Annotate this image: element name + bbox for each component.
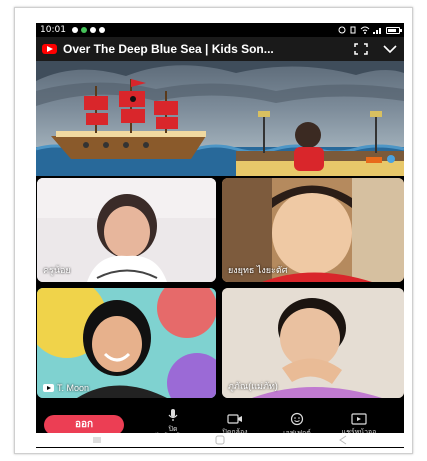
- participant-name: ครูน้อย: [43, 265, 71, 275]
- line-icon: [80, 27, 87, 33]
- status-bar: 10:01: [36, 23, 404, 37]
- messenger-icon: [71, 27, 78, 33]
- home-icon[interactable]: [214, 435, 226, 445]
- back-icon[interactable]: [337, 435, 349, 445]
- youtube-logo-icon: [42, 44, 57, 54]
- battery-level: [388, 28, 396, 32]
- participant-name-label: T. Moon: [43, 383, 89, 393]
- chevron-down-icon[interactable]: [382, 44, 398, 54]
- shared-video[interactable]: [36, 61, 404, 176]
- participant-tile[interactable]: T. Moon: [37, 288, 216, 398]
- android-navigation-bar: [36, 433, 404, 447]
- system-icons: [338, 26, 402, 34]
- fullscreen-icon[interactable]: [354, 43, 368, 55]
- participant-tile[interactable]: ครูน้อย: [37, 178, 216, 282]
- status-time: 10:01: [40, 25, 66, 35]
- youtube-badge-icon: [43, 384, 54, 392]
- camera-icon: [227, 414, 242, 424]
- wifi-icon: [360, 26, 370, 34]
- participants-grid: ครูน้อย ยงยุทธ ไงยะตัศ T. Moon ภูภัณ(แม่…: [36, 176, 404, 401]
- participant-name: ภูภัณ(แม่ภัท): [228, 381, 278, 391]
- recent-apps-icon[interactable]: [91, 436, 103, 444]
- chat-icon: [89, 27, 96, 33]
- video-title[interactable]: Over The Deep Blue Sea | Kids Son...: [63, 42, 331, 56]
- notification-icons: [71, 27, 105, 33]
- vibrate-icon: [350, 26, 356, 34]
- battery-icon: [386, 26, 402, 34]
- signal-icon: [373, 28, 381, 34]
- video-frame-cartoon: [36, 61, 404, 176]
- phone-screen: 10:01 Over The Deep Blue Sea | Kids Son.…: [36, 23, 404, 448]
- facebook-icon: [98, 27, 105, 33]
- participant-name: ยงยุทธ ไงยะตัศ: [228, 265, 288, 275]
- alarm-icon: [338, 26, 346, 34]
- participant-name: T. Moon: [57, 383, 90, 393]
- effects-icon: [290, 412, 304, 426]
- video-header: Over The Deep Blue Sea | Kids Son...: [36, 37, 404, 61]
- microphone-icon: [168, 409, 178, 421]
- participant-tile[interactable]: ภูภัณ(แม่ภัท): [222, 288, 404, 398]
- share-screen-icon: [351, 413, 367, 425]
- participant-tile[interactable]: ยงยุทธ ไงยะตัศ: [222, 178, 404, 282]
- leave-button[interactable]: ออก: [44, 414, 124, 435]
- participant-video: [37, 288, 216, 398]
